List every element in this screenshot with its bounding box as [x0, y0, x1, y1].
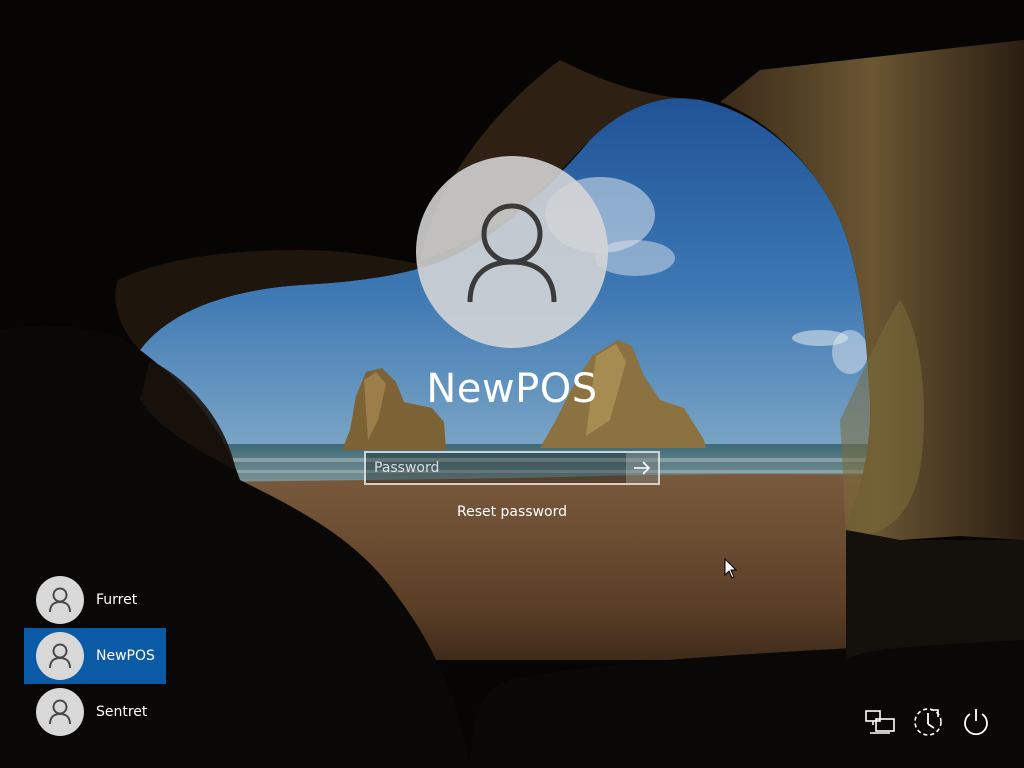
lock-screen: NewPOS Reset password Furret NewPOS Sent…	[0, 0, 1024, 768]
mouse-cursor-icon	[724, 558, 738, 579]
password-box	[364, 451, 660, 485]
user-list-name: Furret	[96, 592, 138, 608]
username-label: NewPOS	[426, 366, 598, 412]
password-input[interactable]	[366, 453, 626, 483]
ease-of-access-button[interactable]	[910, 704, 946, 740]
network-button[interactable]	[862, 704, 898, 740]
user-avatar	[36, 576, 84, 624]
ease-of-access-icon	[914, 708, 942, 736]
user-icon	[49, 643, 71, 669]
user-list-name: Sentret	[96, 704, 148, 720]
power-icon	[964, 709, 988, 736]
user-avatar	[36, 632, 84, 680]
arrow-right-icon	[634, 461, 651, 475]
user-icon	[49, 699, 71, 725]
user-list-item-sentret[interactable]: Sentret	[24, 684, 166, 740]
user-icon	[49, 587, 71, 613]
user-icon	[467, 203, 557, 303]
reset-password-link[interactable]: Reset password	[412, 504, 612, 520]
power-button[interactable]	[958, 704, 994, 740]
user-list: Furret NewPOS Sentret	[24, 572, 166, 740]
user-list-name: NewPOS	[96, 648, 155, 664]
user-list-item-newpos[interactable]: NewPOS	[24, 628, 166, 684]
user-list-item-furret[interactable]: Furret	[24, 572, 166, 628]
submit-button[interactable]	[626, 453, 658, 483]
user-avatar	[36, 688, 84, 736]
user-avatar-large	[416, 156, 608, 348]
network-icon	[865, 710, 895, 734]
